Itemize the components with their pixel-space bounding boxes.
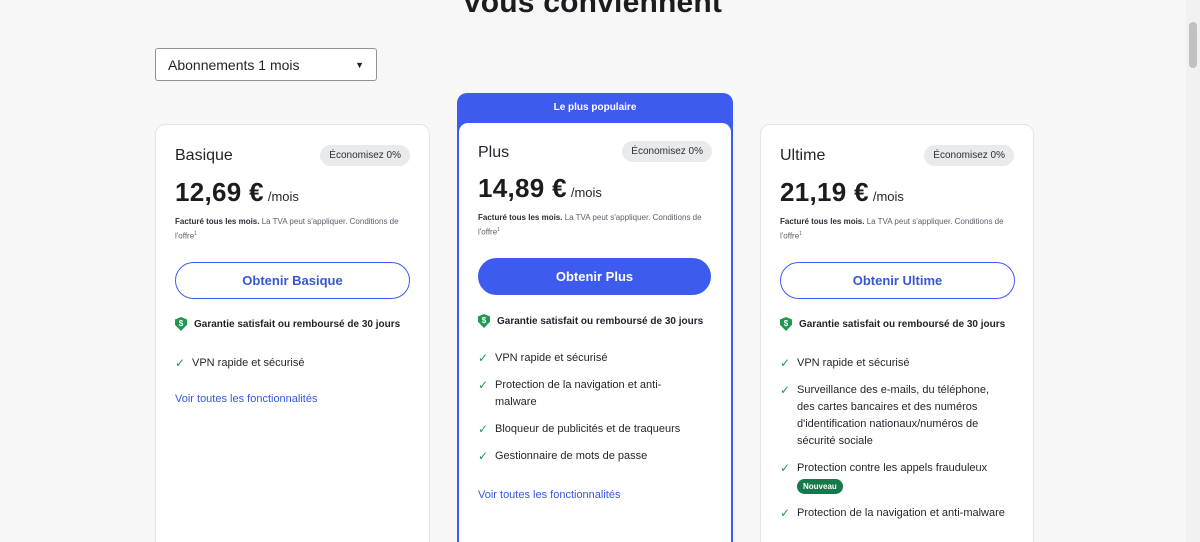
savings-badge: Économisez 0% xyxy=(320,145,410,166)
page-scrollbar[interactable] xyxy=(1186,0,1200,542)
check-icon: ✓ xyxy=(780,356,791,370)
page-heading: vous conviennent xyxy=(463,0,723,19)
plan-card-plus-highlight: Le plus populaire Plus Économisez 0% 14,… xyxy=(457,93,733,542)
plan-price: 14,89 € xyxy=(478,173,567,203)
feature-item: ✓ Bloqueur de publicités et de traqueurs xyxy=(478,422,681,436)
check-icon: ✓ xyxy=(478,351,489,365)
check-icon: ✓ xyxy=(780,506,791,520)
guarantee-text: Garantie satisfait ou remboursé de 30 jo… xyxy=(497,315,704,327)
guarantee-text: Garantie satisfait ou remboursé de 30 jo… xyxy=(194,318,401,330)
check-icon: ✓ xyxy=(478,378,489,392)
feature-item: ✓ VPN rapide et sécurisé xyxy=(780,356,910,370)
billing-note: Facturé tous les mois. La TVA peut s'app… xyxy=(478,211,714,239)
billing-note-bold: Facturé tous les mois. xyxy=(175,217,260,226)
feature-list: ✓ VPN rapide et sécurisé ✓ Protection de l… xyxy=(478,350,693,475)
shield-dollar-icon: $ xyxy=(478,314,490,328)
subscription-period-select[interactable]: Abonnements 1 mois ▼ xyxy=(155,48,377,81)
get-ultime-button[interactable]: Obtenir Ultime xyxy=(780,262,1015,299)
price-row: 14,89 € /mois xyxy=(478,173,602,204)
money-back-guarantee: $ Garantie satisfait ou remboursé de 30 … xyxy=(780,317,1005,331)
get-plus-button[interactable]: Obtenir Plus xyxy=(478,258,711,295)
money-back-guarantee: $ Garantie satisfait ou remboursé de 30 … xyxy=(175,317,400,331)
plan-name: Ultime xyxy=(780,147,826,164)
price-period: /mois xyxy=(872,189,904,204)
shield-dollar-icon: $ xyxy=(780,317,792,331)
feature-item: ✓ Protection de la navigation et anti-mal… xyxy=(478,378,662,408)
check-icon: ✓ xyxy=(478,422,489,436)
money-back-guarantee: $ Garantie satisfait ou remboursé de 30 … xyxy=(478,314,703,328)
savings-badge: Économisez 0% xyxy=(924,145,1014,166)
feature-item: ✓ Gestionnaire de mots de passe xyxy=(478,449,648,463)
feature-item: ✓ Protection de la navigation et anti-mal… xyxy=(780,506,1005,520)
savings-badge: Économisez 0% xyxy=(622,141,712,162)
guarantee-text: Garantie satisfait ou remboursé de 30 jo… xyxy=(799,318,1006,330)
price-period: /mois xyxy=(267,189,299,204)
billing-note-bold: Facturé tous les mois. xyxy=(478,213,563,222)
feature-item: ✓ Surveillance des e-mails, du téléphone,… xyxy=(780,383,990,447)
footnote-marker: 1 xyxy=(194,231,197,237)
check-icon: ✓ xyxy=(478,449,489,463)
feature-item: ✓ VPN rapide et sécurisé xyxy=(175,356,305,370)
plan-card-basique: Basique Économisez 0% 12,69 € /mois Fact… xyxy=(155,124,430,542)
price-row: 12,69 € /mois xyxy=(175,177,299,208)
plan-name: Basique xyxy=(175,147,233,164)
get-basique-button[interactable]: Obtenir Basique xyxy=(175,262,410,299)
check-icon: ✓ xyxy=(175,356,186,370)
footnote-marker: 1 xyxy=(799,231,802,237)
caret-down-icon: ▼ xyxy=(355,59,364,70)
price-period: /mois xyxy=(570,185,602,200)
period-select-value: Abonnements 1 mois xyxy=(168,56,300,73)
most-popular-banner: Le plus populaire xyxy=(553,102,637,113)
plan-price: 12,69 € xyxy=(175,177,264,207)
plan-name: Plus xyxy=(478,144,510,161)
feature-list: ✓ VPN rapide et sécurisé xyxy=(175,355,420,382)
check-icon: ✓ xyxy=(780,383,791,397)
feature-item: ✓ VPN rapide et sécurisé xyxy=(478,351,608,365)
feature-list: ✓ VPN rapide et sécurisé ✓ Surveillance de… xyxy=(780,355,1005,532)
scrollbar-thumb[interactable] xyxy=(1189,22,1197,68)
see-all-features-link[interactable]: Voir toutes les fonctionnalités xyxy=(175,393,317,405)
pricing-page: vous conviennent Abonnements 1 mois ▼ Ba… xyxy=(0,0,1200,542)
check-icon: ✓ xyxy=(780,461,791,475)
new-badge: Nouveau xyxy=(797,479,843,494)
billing-note-bold: Facturé tous les mois. xyxy=(780,217,865,226)
shield-dollar-icon: $ xyxy=(175,317,187,331)
see-all-features-link[interactable]: Voir toutes les fonctionnalités xyxy=(478,489,620,501)
plan-price: 21,19 € xyxy=(780,177,869,207)
price-row: 21,19 € /mois xyxy=(780,177,904,208)
billing-note: Facturé tous les mois. La TVA peut s'app… xyxy=(175,215,411,243)
plan-card-ultime: Ultime Économisez 0% 21,19 € /mois Factu… xyxy=(760,124,1034,542)
billing-note: Facturé tous les mois. La TVA peut s'app… xyxy=(780,215,1016,243)
footnote-marker: 1 xyxy=(497,227,500,233)
plan-card-plus: Plus Économisez 0% 14,89 € /mois Facturé… xyxy=(459,123,731,542)
feature-item: ✓ Protection contre les appels frauduleux… xyxy=(780,460,1005,495)
